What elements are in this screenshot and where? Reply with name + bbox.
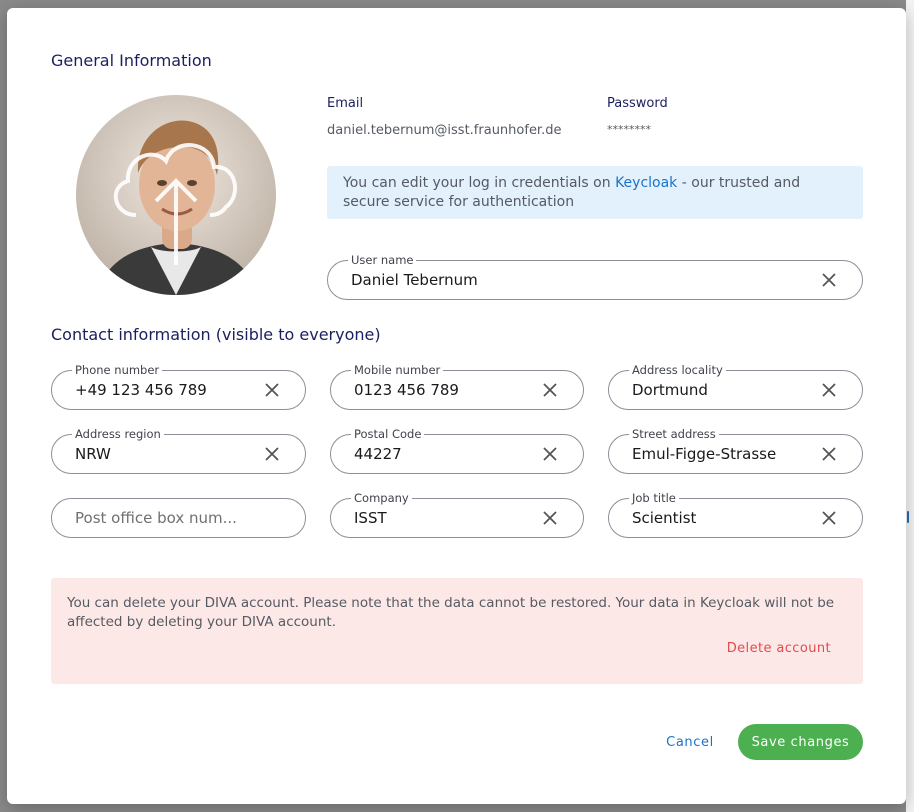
company-input[interactable] bbox=[354, 508, 536, 528]
username-field: User name bbox=[327, 253, 863, 300]
phone-input[interactable] bbox=[75, 380, 258, 400]
close-icon[interactable] bbox=[543, 511, 557, 525]
mobile-label: Mobile number bbox=[351, 363, 444, 377]
close-icon[interactable] bbox=[822, 273, 836, 287]
street-label: Street address bbox=[629, 427, 719, 441]
job-field: Job title bbox=[608, 491, 863, 538]
close-icon[interactable] bbox=[543, 447, 557, 461]
save-changes-button[interactable]: Save changes bbox=[738, 724, 863, 760]
street-input[interactable] bbox=[632, 444, 815, 464]
background-page-fragment bbox=[907, 511, 909, 523]
phone-field: Phone number bbox=[51, 363, 306, 410]
username-input[interactable] bbox=[351, 270, 815, 290]
phone-label: Phone number bbox=[72, 363, 163, 377]
close-icon[interactable] bbox=[822, 511, 836, 525]
edit-profile-dialog: General Information Email daniel.tebernu… bbox=[7, 8, 906, 804]
delete-account-button[interactable]: Delete account bbox=[727, 639, 831, 658]
region-input[interactable] bbox=[75, 444, 258, 464]
credentials-info-box: You can edit your log in credentials on … bbox=[327, 166, 863, 219]
avatar-photo bbox=[76, 95, 276, 295]
contact-info-title: Contact information (visible to everyone… bbox=[51, 325, 381, 344]
delete-warning-text: You can delete your DIVA account. Please… bbox=[67, 595, 835, 630]
job-label: Job title bbox=[629, 491, 679, 505]
close-icon[interactable] bbox=[822, 383, 836, 397]
postal-label: Postal Code bbox=[351, 427, 425, 441]
keycloak-link[interactable]: Keycloak bbox=[615, 175, 677, 191]
locality-field: Address locality bbox=[608, 363, 863, 410]
street-field: Street address bbox=[608, 427, 863, 474]
password-value: ******** bbox=[607, 123, 651, 136]
email-label: Email bbox=[327, 96, 364, 111]
region-label: Address region bbox=[72, 427, 164, 441]
password-label: Password bbox=[607, 96, 668, 111]
pobox-field bbox=[51, 498, 306, 538]
email-value: daniel.tebernum@isst.fraunhofer.de bbox=[327, 123, 562, 138]
close-icon[interactable] bbox=[822, 447, 836, 461]
general-info-title: General Information bbox=[51, 51, 212, 70]
company-label: Company bbox=[351, 491, 412, 505]
info-text-before: You can edit your log in credentials on bbox=[343, 175, 616, 191]
postal-field: Postal Code bbox=[330, 427, 584, 474]
job-input[interactable] bbox=[632, 508, 815, 528]
region-field: Address region bbox=[51, 427, 306, 474]
pobox-input[interactable] bbox=[75, 508, 288, 528]
mobile-input[interactable] bbox=[354, 380, 536, 400]
delete-account-box: You can delete your DIVA account. Please… bbox=[51, 578, 863, 684]
locality-label: Address locality bbox=[629, 363, 726, 377]
close-icon[interactable] bbox=[543, 383, 557, 397]
mobile-field: Mobile number bbox=[330, 363, 584, 410]
close-icon[interactable] bbox=[265, 383, 279, 397]
cancel-button[interactable]: Cancel bbox=[655, 730, 725, 754]
background-page bbox=[906, 0, 914, 812]
username-label: User name bbox=[348, 253, 417, 267]
postal-input[interactable] bbox=[354, 444, 536, 464]
close-icon[interactable] bbox=[265, 447, 279, 461]
avatar-upload[interactable] bbox=[76, 95, 276, 295]
locality-input[interactable] bbox=[632, 380, 815, 400]
company-field: Company bbox=[330, 491, 584, 538]
